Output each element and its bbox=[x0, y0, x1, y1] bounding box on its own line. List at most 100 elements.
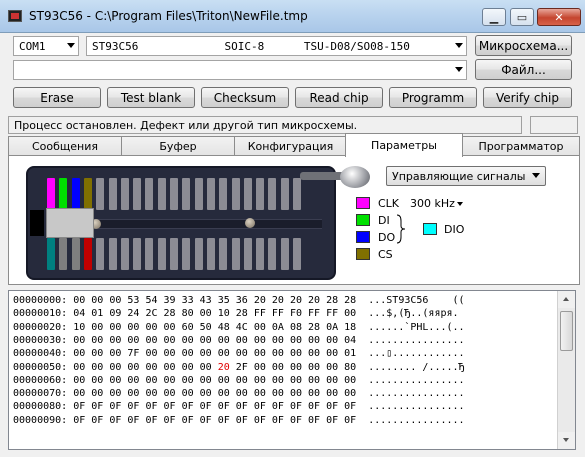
chip-descriptor: ST93C56 SOIC-8 TSU-D08/SO08-150 bbox=[92, 40, 410, 53]
tab-programmer[interactable]: Программатор bbox=[462, 136, 580, 156]
erase-button[interactable]: Erase bbox=[13, 87, 101, 108]
hex-ascii: ...$,(Ђ..(яяря. bbox=[356, 308, 459, 320]
programm-button[interactable]: Programm bbox=[389, 87, 477, 108]
hex-ascii: ........ /.....Ђ bbox=[356, 361, 465, 373]
minimize-button[interactable]: ▁ bbox=[482, 8, 506, 26]
hex-ascii: ................ bbox=[356, 334, 465, 346]
hex-dump-view[interactable]: 00000000: 00 00 00 53 54 39 33 43 35 36 … bbox=[8, 290, 576, 450]
socket-pin-bottom bbox=[194, 238, 203, 270]
chip-notch bbox=[30, 210, 44, 236]
socket-pin-top bbox=[268, 178, 277, 210]
socket-pin-bottom bbox=[243, 238, 252, 270]
hex-row: 00000060: 00 00 00 00 00 00 00 00 00 00 … bbox=[13, 374, 465, 387]
close-button[interactable]: ✕ bbox=[537, 8, 581, 26]
socket-pin-top bbox=[145, 178, 154, 210]
hex-address: 00000020: bbox=[13, 321, 74, 333]
socket-pin-top bbox=[133, 178, 142, 210]
socket-pin-top bbox=[47, 178, 55, 210]
socket-pin-bottom bbox=[120, 238, 129, 270]
socket-pin-top bbox=[280, 178, 289, 210]
scroll-up-arrow-icon[interactable] bbox=[558, 291, 575, 308]
socket-screw-right bbox=[245, 218, 255, 228]
socket-pin-top bbox=[96, 178, 105, 210]
chevron-down-icon bbox=[455, 67, 463, 72]
signals-mode-value: Управляющие сигналы bbox=[392, 170, 526, 183]
hex-row: 00000000: 00 00 00 53 54 39 33 43 35 36 … bbox=[13, 294, 465, 307]
lever-knob-icon[interactable] bbox=[340, 166, 370, 188]
dio-label: DIO bbox=[444, 223, 465, 236]
tab-configuration[interactable]: Конфигурация bbox=[234, 136, 347, 156]
socket-pin-bottom bbox=[133, 238, 142, 270]
cs-color-swatch bbox=[356, 248, 370, 260]
di-label: DI bbox=[378, 214, 390, 227]
socket-pin-top bbox=[206, 178, 215, 210]
hex-ascii: ................ bbox=[356, 401, 465, 413]
signals-mode-select[interactable]: Управляющие сигналы bbox=[386, 166, 546, 186]
hex-bytes: 00 00 00 7F 00 00 00 00 00 00 00 00 00 0… bbox=[73, 348, 357, 360]
socket-pin-bottom bbox=[170, 238, 178, 270]
chip-select-button[interactable]: Микросхема... bbox=[475, 35, 572, 56]
cs-label: CS bbox=[378, 248, 393, 261]
socket-pin-top bbox=[120, 178, 129, 210]
port-select[interactable]: COM1 bbox=[13, 36, 79, 56]
chip-graphic bbox=[46, 208, 94, 238]
do-color-swatch bbox=[356, 231, 370, 243]
dio-color-swatch bbox=[423, 223, 437, 235]
hex-bytes: 00 00 00 53 54 39 33 43 35 36 20 20 20 2… bbox=[73, 295, 357, 306]
brace-icon bbox=[396, 214, 406, 244]
status-bar: Процесс остановлен. Дефект или другой ти… bbox=[8, 116, 522, 134]
socket-pin-top bbox=[182, 178, 191, 210]
maximize-button[interactable]: ▭ bbox=[510, 8, 534, 26]
hex-address: 00000050: bbox=[13, 361, 74, 373]
hex-bytes: 00 00 00 00 00 00 00 00 20 2F 00 00 00 0… bbox=[73, 361, 357, 373]
socket-pin-bottom bbox=[47, 238, 55, 270]
checksum-button[interactable]: Checksum bbox=[201, 87, 289, 108]
socket-pin-top bbox=[59, 178, 68, 210]
hex-bytes: 0F 0F 0F 0F 0F 0F 0F 0F 0F 0F 0F 0F 0F 0… bbox=[73, 414, 357, 426]
socket-pin-bottom bbox=[108, 238, 117, 270]
tab-messages[interactable]: Сообщения bbox=[8, 136, 122, 156]
vertical-scrollbar[interactable] bbox=[557, 291, 575, 449]
hex-bytes: 00 00 00 00 00 00 00 00 00 00 00 00 00 0… bbox=[73, 388, 357, 400]
clk-label: CLK bbox=[378, 197, 400, 210]
verify-chip-button[interactable]: Verify chip bbox=[483, 87, 572, 108]
hex-bytes: 00 00 00 00 00 00 00 00 00 00 00 00 00 0… bbox=[73, 374, 357, 386]
chip-select[interactable]: ST93C56 SOIC-8 TSU-D08/SO08-150 bbox=[86, 36, 467, 56]
socket-pin-top bbox=[243, 178, 252, 210]
hex-bytes: 00 00 00 00 00 00 00 00 00 00 00 00 00 0… bbox=[73, 334, 357, 346]
socket-pin-top bbox=[219, 178, 228, 210]
socket-pin-bottom bbox=[219, 238, 228, 270]
hex-address: 00000090: bbox=[13, 414, 74, 426]
socket-pin-bottom bbox=[96, 238, 105, 270]
read-chip-button[interactable]: Read chip bbox=[295, 87, 383, 108]
hex-ascii: ................ bbox=[356, 414, 465, 426]
tab-parameters[interactable]: Параметры bbox=[345, 133, 463, 157]
test-blank-button[interactable]: Test blank bbox=[107, 87, 195, 108]
chevron-down-icon bbox=[67, 43, 75, 48]
socket-pin-bottom bbox=[145, 238, 154, 270]
socket-pin-top bbox=[71, 178, 80, 210]
hex-row: 00000020: 10 00 00 00 00 00 60 50 48 4C … bbox=[13, 321, 465, 334]
hex-address: 00000030: bbox=[13, 334, 74, 346]
title-bar: ST93C56 - C:\Program Files\Triton\NewFil… bbox=[0, 0, 585, 33]
file-path-select[interactable] bbox=[13, 60, 467, 80]
socket-pin-top bbox=[293, 178, 301, 210]
hex-row: 00000080: 0F 0F 0F 0F 0F 0F 0F 0F 0F 0F … bbox=[13, 400, 465, 413]
frequency-select[interactable]: 300 kHz bbox=[410, 197, 455, 210]
socket-pin-top bbox=[108, 178, 117, 210]
socket-pin-bottom bbox=[157, 238, 166, 270]
tab-buffer[interactable]: Буфер bbox=[121, 136, 235, 156]
hex-row: 00000010: 04 01 09 24 2C 28 80 00 10 28 … bbox=[13, 307, 459, 320]
port-value: COM1 bbox=[19, 40, 46, 53]
hex-bytes: 0F 0F 0F 0F 0F 0F 0F 0F 0F 0F 0F 0F 0F 0… bbox=[73, 401, 357, 413]
socket-pin-top bbox=[256, 178, 265, 210]
socket-pin-bottom bbox=[71, 238, 80, 270]
socket-pin-bottom bbox=[293, 238, 301, 270]
status-indicator bbox=[530, 116, 578, 134]
socket-pin-top bbox=[170, 178, 178, 210]
file-button[interactable]: Файл... bbox=[475, 59, 572, 80]
scroll-down-arrow-icon[interactable] bbox=[558, 432, 575, 449]
scroll-thumb[interactable] bbox=[560, 311, 573, 351]
hex-byte-highlight: 20 bbox=[217, 361, 230, 373]
chevron-down-icon[interactable] bbox=[457, 202, 463, 206]
